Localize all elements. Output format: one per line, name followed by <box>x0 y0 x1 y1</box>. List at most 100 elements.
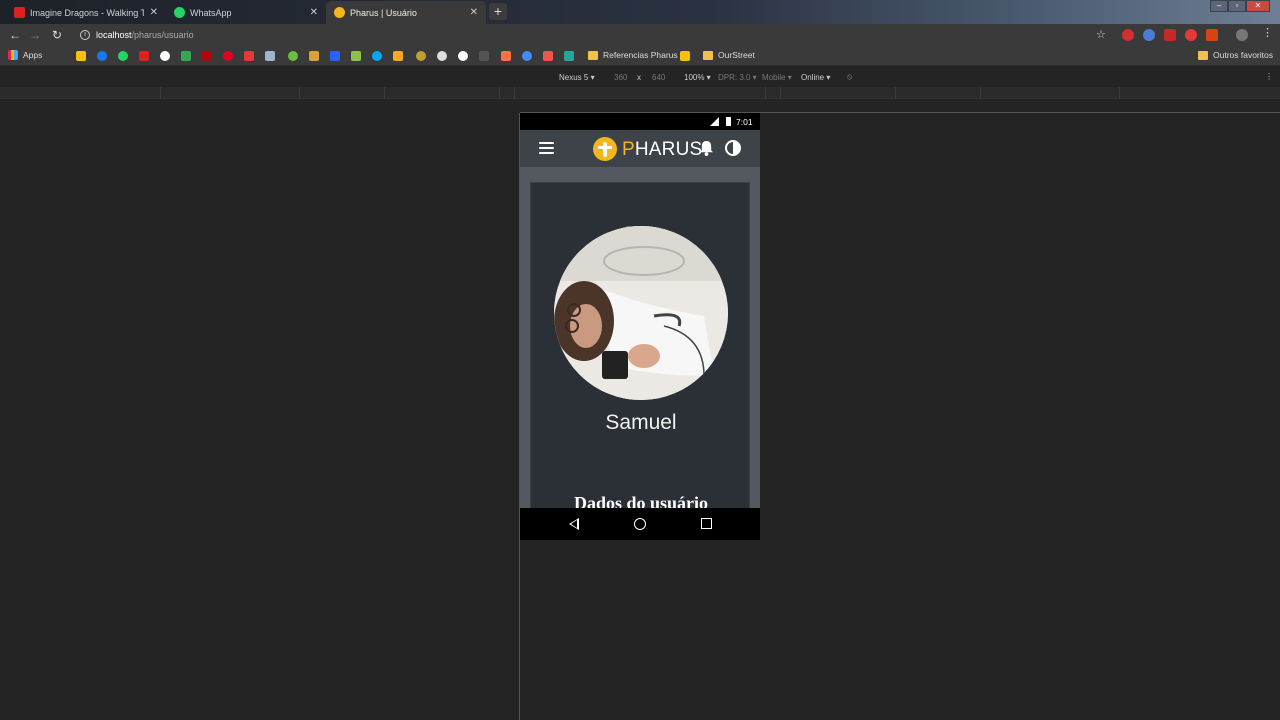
google-icon[interactable] <box>160 51 170 61</box>
facebook-icon[interactable] <box>97 51 107 61</box>
other-bookmarks[interactable]: Outros favoritos <box>1198 50 1273 60</box>
drive-icon[interactable] <box>181 51 191 61</box>
width-input[interactable]: 360 <box>614 73 627 82</box>
bookmark-icon[interactable] <box>522 51 532 61</box>
minimize-button[interactable]: – <box>1210 0 1228 12</box>
close-icon[interactable]: ✕ <box>470 7 478 18</box>
address-bar[interactable]: i localhost /pharus/usuario <box>72 26 1112 44</box>
bookmark-icon[interactable] <box>479 51 489 61</box>
bookmark-icon[interactable] <box>501 51 511 61</box>
horizontal-ruler <box>520 101 1280 113</box>
rotate-icon[interactable]: ⦸ <box>847 72 852 82</box>
office-icon[interactable] <box>1206 29 1218 41</box>
zoom-select[interactable]: 100% ▾ <box>684 73 711 82</box>
url-path: /pharus/usuario <box>131 30 194 40</box>
tab-youtube[interactable]: Imagine Dragons - Walking The ✕ <box>6 1 166 24</box>
device-select[interactable]: Nexus 5 ▾ <box>559 73 595 82</box>
avatar[interactable] <box>1236 29 1248 41</box>
whatsapp-icon[interactable] <box>118 51 128 61</box>
bookmark-icon[interactable] <box>543 51 553 61</box>
pharus-logo-icon[interactable] <box>593 137 617 161</box>
bookmark-star-icon[interactable]: ☆ <box>1096 28 1106 41</box>
maximize-button[interactable]: ▫ <box>1228 0 1246 12</box>
bookmark-icon[interactable] <box>288 51 298 61</box>
app-header: PHARUS <box>520 130 760 167</box>
tab-title: Imagine Dragons - Walking The <box>30 7 144 18</box>
github-icon[interactable] <box>437 51 447 61</box>
close-icon[interactable]: ✕ <box>150 7 158 18</box>
tab-pharus[interactable]: Pharus | Usuário ✕ <box>326 1 486 24</box>
back-icon[interactable] <box>569 518 579 530</box>
bookmark-icon[interactable] <box>393 51 403 61</box>
translate-icon[interactable] <box>1143 29 1155 41</box>
vertical-ruler <box>508 113 520 720</box>
folder-referencias[interactable]: Referencias Pharus <box>588 50 678 60</box>
bell-icon[interactable] <box>699 140 714 156</box>
pinterest-icon[interactable] <box>223 51 233 61</box>
pharus-icon <box>334 7 345 18</box>
battery-icon <box>726 117 731 126</box>
bookmark-icon[interactable] <box>372 51 382 61</box>
apps-grid-icon <box>8 50 18 60</box>
device-toolbar: Nexus 5 ▾ 360 x 640 100% ▾ DPR: 3.0 ▾ Mo… <box>0 67 1280 87</box>
network-select[interactable]: Online ▾ <box>801 73 830 82</box>
tab-title: Pharus | Usuário <box>350 7 417 18</box>
tab-whatsapp[interactable]: WhatsApp ✕ <box>166 1 326 24</box>
folder-ourstreet[interactable]: OurStreet <box>703 50 755 60</box>
bookmark-icon[interactable] <box>564 51 574 61</box>
signal-icon <box>710 117 719 126</box>
apps-label: Apps <box>23 50 43 60</box>
bookmark-icon[interactable] <box>309 51 319 61</box>
close-icon[interactable]: ✕ <box>310 7 318 18</box>
apps-bookmark[interactable]: Apps <box>8 50 42 60</box>
dimension-separator: x <box>637 73 641 82</box>
more-options-icon[interactable]: ⋮ <box>1265 72 1273 81</box>
bookmark-icon[interactable] <box>680 51 690 61</box>
netflix-icon[interactable] <box>202 51 212 61</box>
home-icon[interactable] <box>634 518 646 530</box>
bookmark-icon[interactable] <box>330 51 340 61</box>
folder-label: Referencias Pharus <box>603 50 678 60</box>
more-menu-icon[interactable]: ⋮ <box>1262 26 1273 39</box>
bookmark-icon[interactable] <box>244 51 254 61</box>
bookmark-icon[interactable] <box>76 51 86 61</box>
r-icon[interactable] <box>265 51 275 61</box>
play-icon[interactable] <box>458 51 468 61</box>
menu-icon[interactable] <box>539 142 554 155</box>
avatar <box>554 226 728 400</box>
pdf-icon[interactable] <box>1164 29 1176 41</box>
other-bookmarks-label: Outros favoritos <box>1213 50 1273 60</box>
theme-toggle-icon[interactable] <box>725 140 741 156</box>
new-tab-button[interactable]: + <box>489 3 507 20</box>
url-host: localhost <box>96 30 132 40</box>
youtube-icon[interactable] <box>139 51 149 61</box>
height-input[interactable]: 640 <box>652 73 665 82</box>
brand-initial: P <box>622 139 635 160</box>
username: Samuel <box>605 411 677 434</box>
bookmark-icon[interactable] <box>351 51 361 61</box>
adblock-icon[interactable] <box>1122 29 1134 41</box>
browser-toolbar: ← → ↻ i localhost /pharus/usuario <box>0 24 1280 46</box>
mode-select[interactable]: Mobile ▾ <box>762 73 792 82</box>
profile-photo <box>554 226 728 400</box>
android-nav-bar <box>520 508 760 540</box>
close-window-button[interactable]: ✕ <box>1246 0 1270 12</box>
bookmark-icon[interactable] <box>416 51 426 61</box>
tab-title: WhatsApp <box>190 7 232 18</box>
device-viewport: 7:01 PHARUS Samuel Dados do usuário <box>520 113 760 540</box>
info-icon[interactable]: i <box>80 30 90 40</box>
back-arrow-icon[interactable]: ← <box>8 28 22 42</box>
forward-arrow-icon[interactable]: → <box>28 28 42 42</box>
brand-logo[interactable]: PHARUS <box>622 139 702 161</box>
media-query-bar[interactable] <box>0 87 1280 99</box>
dpr-select[interactable]: DPR: 3.0 ▾ <box>718 73 757 82</box>
folder-icon <box>1198 50 1208 60</box>
reload-icon[interactable]: ↻ <box>50 28 64 42</box>
status-time: 7:01 <box>736 117 753 127</box>
page-content: Samuel Dados do usuário <box>520 167 760 513</box>
tab-strip: Imagine Dragons - Walking The ✕ WhatsApp… <box>0 0 1280 24</box>
extension-icon[interactable] <box>1185 29 1197 41</box>
recent-apps-icon[interactable] <box>701 518 712 529</box>
folder-label: OurStreet <box>718 50 755 60</box>
youtube-icon <box>14 7 25 18</box>
